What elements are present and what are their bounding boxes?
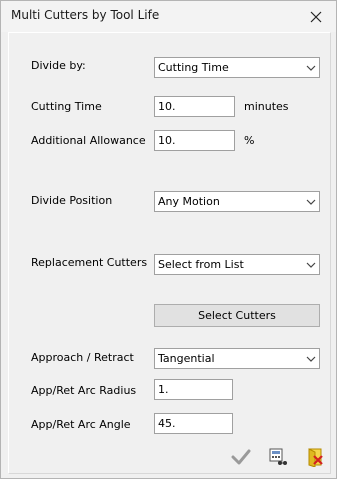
arc-angle-label: App/Ret Arc Angle — [31, 418, 131, 431]
calculator-icon — [269, 448, 287, 465]
window-title: Multi Cutters by Tool Life — [11, 8, 160, 22]
select-cutters-label: Select Cutters — [198, 309, 276, 322]
replacement-cutters-label: Replacement Cutters — [31, 256, 148, 269]
arc-angle-input[interactable]: 45. — [154, 413, 233, 434]
approach-retract-label: Approach / Retract — [31, 351, 134, 364]
divide-by-value: Cutting Time — [158, 61, 229, 74]
approach-retract-select[interactable]: Tangential — [154, 348, 320, 369]
divide-position-label: Divide Position — [31, 194, 113, 207]
arc-radius-input[interactable]: 1. — [154, 379, 233, 400]
close-icon — [310, 11, 322, 22]
title-bar: Multi Cutters by Tool Life — [1, 1, 336, 32]
replacement-cutters-value: Select from List — [158, 258, 244, 271]
arc-radius-label: App/Ret Arc Radius — [31, 384, 137, 397]
close-button[interactable] — [296, 1, 336, 32]
allowance-input[interactable]: 10. — [154, 130, 235, 151]
exit-icon — [308, 448, 323, 467]
cutting-time-unit: minutes — [244, 100, 289, 113]
approach-retract-value: Tangential — [158, 352, 215, 365]
checkmark-icon — [231, 449, 251, 465]
calculate-button[interactable] — [267, 446, 289, 468]
chevron-down-icon — [306, 262, 316, 268]
chevron-down-icon — [306, 65, 316, 71]
chevron-down-icon — [306, 356, 316, 362]
exit-button[interactable] — [304, 446, 326, 468]
divide-position-value: Any Motion — [158, 195, 220, 208]
select-cutters-button[interactable]: Select Cutters — [154, 304, 320, 327]
allowance-unit: % — [244, 134, 255, 147]
replacement-cutters-select[interactable]: Select from List — [154, 254, 320, 275]
ok-button[interactable] — [230, 446, 252, 468]
divide-position-select[interactable]: Any Motion — [154, 191, 320, 212]
divide-by-label: Divide by: — [31, 59, 86, 72]
cutting-time-label: Cutting Time — [31, 100, 102, 113]
form-panel: Divide by: Cutting Time Cutting Time 10.… — [8, 32, 331, 474]
dialog-window: Multi Cutters by Tool Life Divide by: Cu… — [0, 0, 337, 479]
divide-by-select[interactable]: Cutting Time — [154, 57, 320, 78]
cutting-time-input[interactable]: 10. — [154, 96, 235, 117]
chevron-down-icon — [306, 199, 316, 205]
allowance-label: Additional Allowance — [31, 134, 146, 147]
